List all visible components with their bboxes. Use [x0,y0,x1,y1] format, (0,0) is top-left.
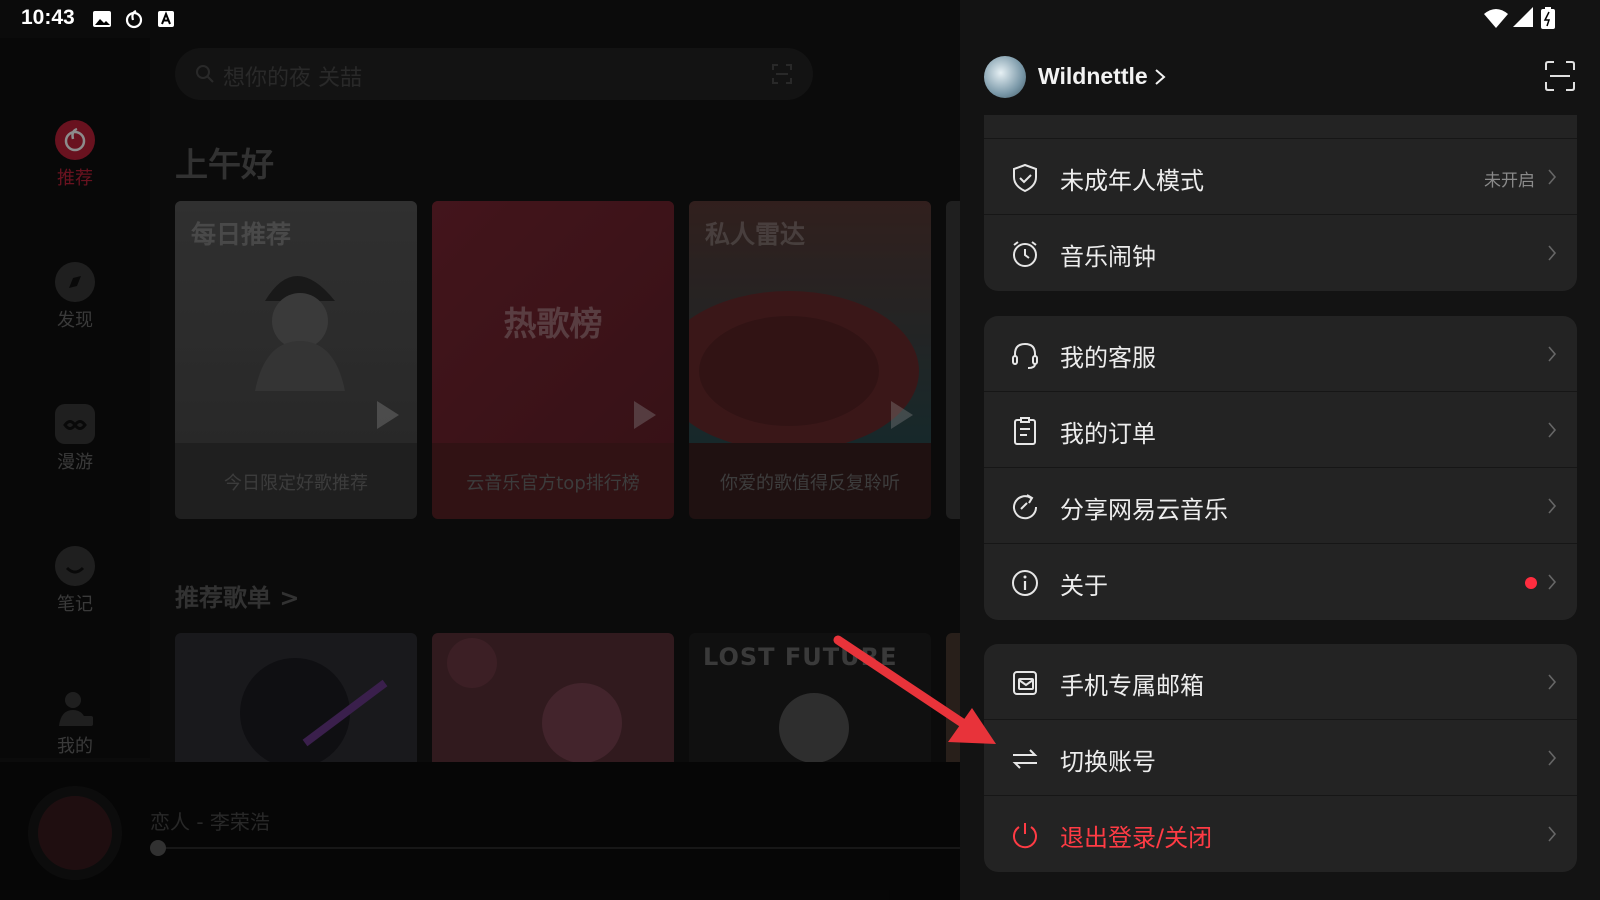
row-share[interactable]: 分享网易云音乐 [984,468,1577,544]
status-time: 10:43 [21,6,75,29]
row-label: 关于 [1060,572,1108,600]
row-label: 我的订单 [1060,420,1156,448]
info-icon [1012,570,1038,596]
row-my-orders[interactable]: 我的订单 [984,392,1577,468]
row-label: 退出登录/关闭 [1060,824,1213,852]
row-logout[interactable]: 退出登录/关闭 [984,796,1577,872]
row-phone-mailbox[interactable]: 手机专属邮箱 [984,644,1577,720]
row-label: 我的客服 [1060,344,1156,372]
settings-group-1: 未成年人模式 未开启 音乐闹钟 [984,115,1577,291]
shield-icon [1013,163,1037,193]
power-icon [1013,823,1037,849]
headset-icon [1012,342,1038,369]
chevron-right-icon[interactable] [1153,68,1167,86]
row-minor-mode[interactable]: 未成年人模式 未开启 [984,139,1577,215]
drawer-scrim[interactable] [0,0,960,900]
keyboard-a-icon [158,11,174,27]
wifi-icon [1484,9,1508,28]
switch-arrows-icon [1012,749,1038,769]
status-bar: 10:43 [0,0,1600,38]
chevron-right-icon [1548,346,1557,362]
row-label: 音乐闹钟 [1060,243,1156,271]
netease-music-icon [125,9,143,29]
chevron-right-icon [1548,498,1557,514]
chevron-right-icon [1548,422,1557,438]
chevron-right-icon [1548,826,1557,842]
avatar[interactable] [984,56,1026,98]
row-label: 分享网易云音乐 [1060,496,1228,524]
row-about[interactable]: 关于 [984,544,1577,620]
battery-icon [1541,7,1555,29]
user-drawer: Wildnettle 未成年人模式 未开启 音乐闹钟 我的客服 我的订单 分享网… [960,0,1600,900]
alarm-clock-icon [1013,241,1037,267]
row-switch-account[interactable]: 切换账号 [984,720,1577,796]
chevron-right-icon [1548,750,1557,766]
row-value: 未开启 [1484,171,1535,191]
gallery-icon [93,11,111,27]
row-label: 切换账号 [1060,748,1156,776]
row-music-alarm[interactable]: 音乐闹钟 [984,215,1577,291]
mailbox-icon [1013,671,1037,695]
notification-dot [1525,577,1537,589]
row-label: 未成年人模式 [1060,167,1204,195]
group-top-edge [984,115,1577,139]
signal-icon [1513,7,1533,27]
chevron-right-icon [1548,245,1557,261]
share-icon [1013,494,1038,520]
row-customer-service[interactable]: 我的客服 [984,316,1577,392]
username-link[interactable]: Wildnettle [1038,63,1148,90]
row-label: 手机专属邮箱 [1060,672,1204,700]
settings-group-2: 我的客服 我的订单 分享网易云音乐 关于 [984,316,1577,620]
clipboard-icon [1014,417,1036,445]
scan-icon[interactable] [1544,60,1576,92]
main-app: 推荐 发现 漫游 笔记 我的 想你的夜 关喆 上午好 每日推荐 今日限定好歌推荐… [0,0,960,900]
chevron-right-icon [1548,674,1557,690]
settings-group-3: 手机专属邮箱 切换账号 退出登录/关闭 [984,644,1577,872]
chevron-right-icon [1548,169,1557,185]
chevron-right-icon [1548,574,1557,590]
